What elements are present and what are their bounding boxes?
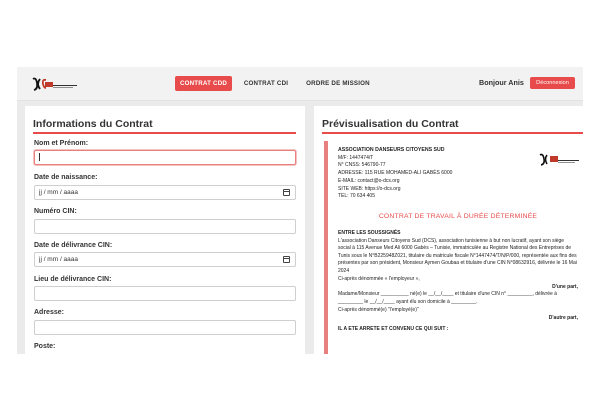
form-title: Informations du Contrat — [33, 118, 153, 130]
contract-preview-panel: Prévisualisation du Contrat ASSOCIATION … — [314, 106, 583, 354]
section-agreement-heading: IL A ETE ARRETE ET CONVENU CE QUI SUIT : — [338, 326, 449, 333]
employer-note: Ci-après dénommée « l'employeur », — [338, 275, 420, 282]
tab-contrat-cdi[interactable]: CONTRAT CDI — [241, 76, 291, 91]
tab-ordre-de-mission[interactable]: ORDRE DE MISSION — [302, 76, 374, 91]
dcs-logo — [32, 77, 77, 91]
cin-place-field[interactable] — [34, 286, 296, 301]
birthdate-field[interactable]: jj / mm / aaaa — [34, 185, 296, 200]
birthdate-label: Date de naissance: — [34, 174, 98, 181]
contract-form-panel: Informations du Contrat Nom et Prénom: D… — [25, 106, 305, 354]
address-label: Adresse: — [34, 309, 64, 316]
other-part-label: D'autre part, — [548, 315, 578, 322]
org-cnss: N° CNSS: 546790-77 — [338, 162, 386, 169]
org-website: SITE WEB: https://o-dcs.org — [338, 185, 401, 192]
calendar-icon[interactable] — [283, 256, 290, 263]
calendar-icon[interactable] — [283, 189, 290, 196]
contract-title: CONTRAT DE TRAVAIL À DURÉE DÉTERMINÉE — [378, 212, 538, 220]
name-label: Nom et Prénom: — [34, 140, 89, 147]
text-caret — [39, 153, 40, 162]
employee-note: Ci-après dénommé(e) "l'employé(e)" — [338, 306, 419, 313]
name-field[interactable] — [34, 150, 296, 165]
section-parties-heading: ENTRE LES SOUSSIGNÉS — [338, 229, 401, 236]
employee-line-1: Madame/Monsieur __________ né(e) le __/_… — [338, 291, 557, 298]
form-title-rule — [33, 132, 296, 134]
cin-number-label: Numéro CIN: — [34, 208, 77, 215]
tab-contrat-cdd[interactable]: CONTRAT CDD — [175, 76, 232, 91]
logout-button[interactable]: Déconnexion — [530, 77, 575, 89]
org-email: E-MAIL: contact@o-dcs.org — [338, 177, 400, 184]
org-tax-id: M/F: 1447474/T — [338, 154, 374, 161]
document-body: ASSOCIATION DANSEURS CITOYENS SUD M/F: 1… — [338, 147, 578, 334]
cin-number-field[interactable] — [34, 219, 296, 234]
employer-paragraph: L'association Danseurs Citoyens Sud (DCS… — [338, 237, 577, 274]
employee-line-2: _________ le __/__/____ ayant élu son do… — [338, 299, 478, 305]
one-part-label: D'une part, — [552, 284, 578, 291]
org-address: ADRESSE: 115 RUE MOHAMED-ALI GABÈS 6000 — [338, 170, 453, 177]
contract-document: ASSOCIATION DANSEURS CITOYENS SUD M/F: 1… — [324, 141, 583, 354]
preview-title: Prévisualisation du Contrat — [322, 118, 459, 130]
address-field[interactable] — [34, 320, 296, 335]
org-phone: TEL: 70 634 405 — [338, 193, 375, 200]
org-name: ASSOCIATION DANSEURS CITOYENS SUD — [338, 147, 445, 153]
birthdate-value: jj / mm / aaaa — [39, 189, 79, 196]
user-greeting: Bonjour Anis — [479, 78, 524, 87]
cin-place-label: Lieu de délivrance CIN: — [34, 276, 112, 283]
preview-title-rule — [322, 132, 583, 134]
position-label: Poste: — [34, 343, 56, 350]
document-accent-bar — [324, 141, 328, 354]
cin-date-value: jj / mm / aaaa — [39, 256, 79, 263]
cin-date-label: Date de délivrance CIN: — [34, 242, 113, 249]
top-navbar: CONTRAT CDD CONTRAT CDI ORDRE DE MISSION… — [17, 67, 583, 101]
cin-date-field[interactable]: jj / mm / aaaa — [34, 252, 296, 267]
